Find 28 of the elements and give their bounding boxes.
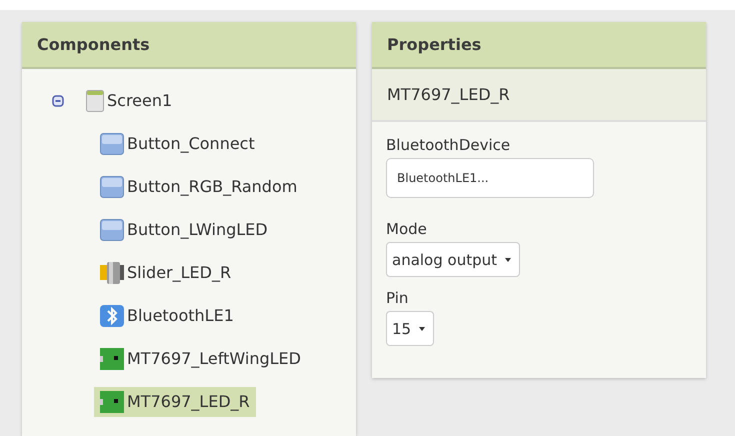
- bluetooth-icon: [100, 304, 124, 326]
- screen-icon: [86, 90, 104, 112]
- button-icon: [100, 176, 124, 198]
- circuit-board-icon: [100, 348, 124, 370]
- tree-item[interactable]: MT7697_LED_R: [94, 386, 256, 416]
- tree-item[interactable]: Slider_LED_R: [94, 258, 238, 288]
- tree-item[interactable]: MT7697_LeftWingLED: [94, 344, 307, 374]
- button-icon: [100, 218, 124, 240]
- button-icon: [100, 132, 124, 154]
- property-label: BluetoothDevice: [386, 136, 512, 154]
- tree-item[interactable]: Button_RGB_Random: [94, 172, 304, 202]
- panel-title: Properties: [387, 35, 482, 54]
- tree-item[interactable]: Screen1: [80, 86, 178, 116]
- dropdown[interactable]: analog output: [386, 242, 520, 277]
- component-name: MT7697_LED_R: [372, 69, 706, 122]
- property-label: Mode: [386, 220, 428, 238]
- property-label: Pin: [386, 289, 410, 307]
- tree-item[interactable]: Button_LWingLED: [94, 214, 274, 244]
- collapse-icon[interactable]: [52, 94, 64, 106]
- dropdown[interactable]: 15: [386, 311, 434, 346]
- circuit-board-icon: [100, 390, 124, 412]
- caret-icon: [419, 326, 426, 330]
- panel-title: Components: [37, 35, 150, 54]
- tree-item[interactable]: BluetoothLE1: [94, 300, 240, 330]
- caret-icon: [505, 258, 511, 262]
- tree-item[interactable]: Button_Connect: [94, 128, 261, 158]
- input-field[interactable]: BluetoothLE1...: [386, 158, 594, 198]
- slider-icon: [100, 262, 124, 284]
